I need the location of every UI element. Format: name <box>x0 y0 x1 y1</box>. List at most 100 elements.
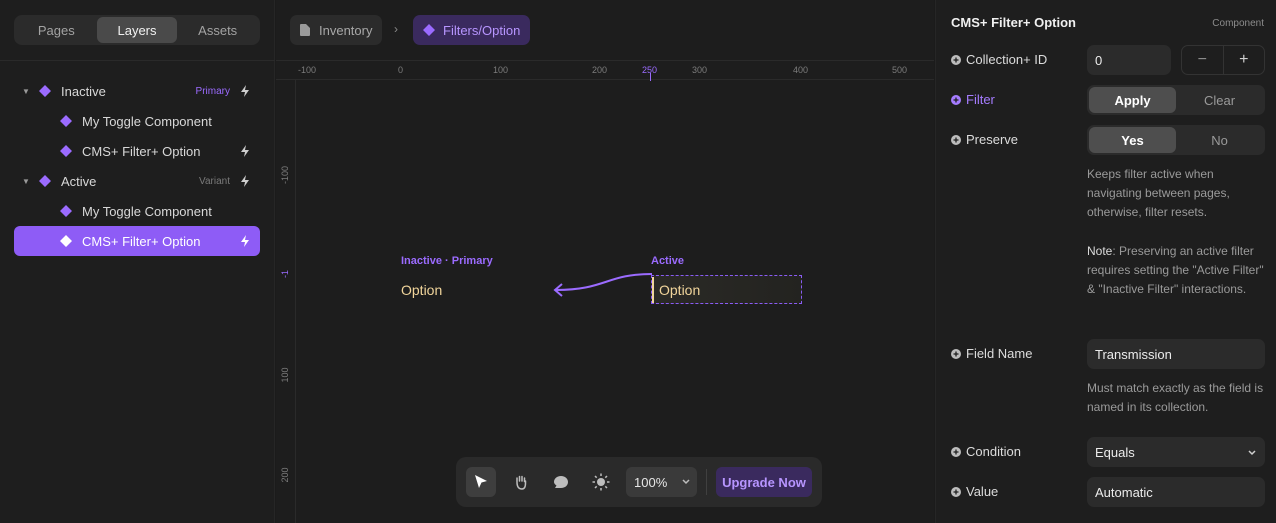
tab-assets[interactable]: Assets <box>177 17 258 43</box>
field-name-label: Field Name <box>951 346 1032 361</box>
theme-toggle[interactable] <box>586 467 616 497</box>
layer-item-selected[interactable]: CMS+ Filter+ Option <box>14 226 260 256</box>
breadcrumb-page[interactable]: Inventory <box>290 15 383 45</box>
panel-title: CMS+ Filter+ Option <box>951 15 1076 30</box>
preserve-help: Keeps filter active when navigating betw… <box>1087 167 1230 219</box>
component-icon <box>60 205 72 217</box>
preserve-label: Preserve <box>951 132 1018 147</box>
prop-label: Condition <box>966 444 1021 459</box>
increment-button[interactable]: + <box>1222 46 1265 74</box>
decrement-button[interactable]: − <box>1182 46 1223 74</box>
ruler-tick: -100 <box>298 65 317 75</box>
properties-panel: CMS+ Filter+ Option Component Collection… <box>935 0 1276 523</box>
layer-item[interactable]: My Toggle Component <box>14 106 260 136</box>
layer-label: Inactive <box>61 83 106 99</box>
ruler-tick: 100 <box>493 65 509 75</box>
prop-label: Collection+ ID <box>966 52 1048 67</box>
chevron-down-icon <box>1248 450 1256 456</box>
lightning-icon <box>241 145 249 157</box>
component-icon <box>39 85 51 97</box>
prop-label: Field Name <box>966 346 1033 361</box>
inactive-option-text[interactable]: Option <box>401 282 442 298</box>
plus-circle-icon[interactable] <box>951 134 961 145</box>
field-name-input[interactable]: Transmission <box>1087 339 1265 369</box>
chevron-down-icon[interactable]: ▼ <box>22 177 30 186</box>
component-icon <box>39 175 51 187</box>
panel-kind: Component <box>1212 18 1264 29</box>
collection-id-stepper: − + <box>1181 45 1265 75</box>
lightning-icon <box>241 235 249 247</box>
canvas-toolbar: 100% Upgrade Now <box>456 457 822 507</box>
filter-clear-option[interactable]: Clear <box>1176 87 1263 113</box>
lightning-icon <box>241 175 249 187</box>
zoom-select[interactable]: 100% <box>626 467 697 497</box>
note-label: Note <box>1087 244 1113 258</box>
prop-label: Value <box>966 484 999 499</box>
upgrade-button[interactable]: Upgrade Now <box>716 467 812 497</box>
ruler-tick: 200 <box>592 65 608 75</box>
note-text: : Preserving an active filter requires s… <box>1087 244 1264 296</box>
panel-tabs: Pages Layers Assets <box>14 15 260 45</box>
component-icon <box>423 24 435 36</box>
ruler-tick: 400 <box>793 65 809 75</box>
prop-label: Filter <box>966 92 995 107</box>
horizontal-ruler: -100 0 100 200 250 300 400 500 <box>276 60 934 81</box>
layer-label: Active <box>61 173 97 189</box>
layer-item[interactable]: My Toggle Component <box>14 196 260 226</box>
layers-panel: Pages Layers Assets ▼ Inactive Primary M… <box>0 0 275 523</box>
layer-item[interactable]: CMS+ Filter+ Option <box>14 136 260 166</box>
sun-icon <box>592 473 610 491</box>
layer-label: My Toggle Component <box>82 113 212 129</box>
page-icon <box>300 24 310 36</box>
filter-toggle: Apply Clear <box>1087 85 1265 115</box>
lightning-icon <box>241 85 249 97</box>
chevron-down-icon[interactable]: ▼ <box>22 87 30 96</box>
value-input[interactable]: Automatic <box>1087 477 1265 507</box>
layer-label: My Toggle Component <box>82 203 212 219</box>
preserve-no-option[interactable]: No <box>1176 127 1263 153</box>
divider <box>0 60 275 61</box>
active-variant-label: Active <box>651 255 685 267</box>
breadcrumb: Inventory › Filters/Option <box>276 0 934 60</box>
layer-label: CMS+ Filter+ Option <box>82 233 201 249</box>
variant-tag: Variant <box>199 175 230 187</box>
collection-id-input[interactable]: 0 <box>1087 45 1171 75</box>
breadcrumb-component-label: Filters/Option <box>443 22 521 38</box>
ruler-tick: 300 <box>692 65 708 75</box>
interaction-arrow <box>553 273 653 297</box>
filter-apply-option[interactable]: Apply <box>1089 87 1176 113</box>
ruler-tick-highlight: -1 <box>280 270 290 279</box>
chevron-right-icon: › <box>394 22 398 36</box>
layer-inactive[interactable]: ▼ Inactive Primary <box>14 76 260 106</box>
active-option-text[interactable]: Option <box>659 282 700 298</box>
hand-tool[interactable] <box>506 467 536 497</box>
tab-layers[interactable]: Layers <box>96 17 178 43</box>
filter-label: Filter <box>951 92 995 107</box>
breadcrumb-page-label: Inventory <box>319 22 373 38</box>
layer-active[interactable]: ▼ Active Variant <box>14 166 260 196</box>
tab-pages[interactable]: Pages <box>16 17 97 43</box>
ruler-tick: -100 <box>280 166 290 185</box>
condition-label: Condition <box>951 444 1021 459</box>
plus-circle-icon[interactable] <box>951 486 961 497</box>
chevron-down-icon <box>682 479 690 485</box>
variant-tag: Primary <box>195 85 230 97</box>
plus-circle-icon[interactable] <box>951 94 961 105</box>
cursor-icon <box>475 475 487 488</box>
ruler-tick: 500 <box>892 65 908 75</box>
hand-icon <box>516 475 527 490</box>
condition-select[interactable]: Equals <box>1087 437 1265 467</box>
select-tool[interactable] <box>466 467 496 497</box>
canvas[interactable]: Inventory › Filters/Option -100 0 100 20… <box>276 0 934 523</box>
ruler-marker <box>650 73 651 81</box>
comment-tool[interactable] <box>546 467 576 497</box>
layer-tree: ▼ Inactive Primary My Toggle Component C… <box>14 76 260 256</box>
breadcrumb-component[interactable]: Filters/Option <box>413 15 531 45</box>
condition-value: Equals <box>1095 444 1135 460</box>
field-name-help: Must match exactly as the field is named… <box>1087 381 1264 414</box>
plus-circle-icon[interactable] <box>951 348 961 359</box>
preserve-yes-option[interactable]: Yes <box>1089 127 1176 153</box>
plus-circle-icon[interactable] <box>951 446 961 457</box>
component-icon <box>60 115 72 127</box>
plus-circle-icon[interactable] <box>951 54 961 65</box>
